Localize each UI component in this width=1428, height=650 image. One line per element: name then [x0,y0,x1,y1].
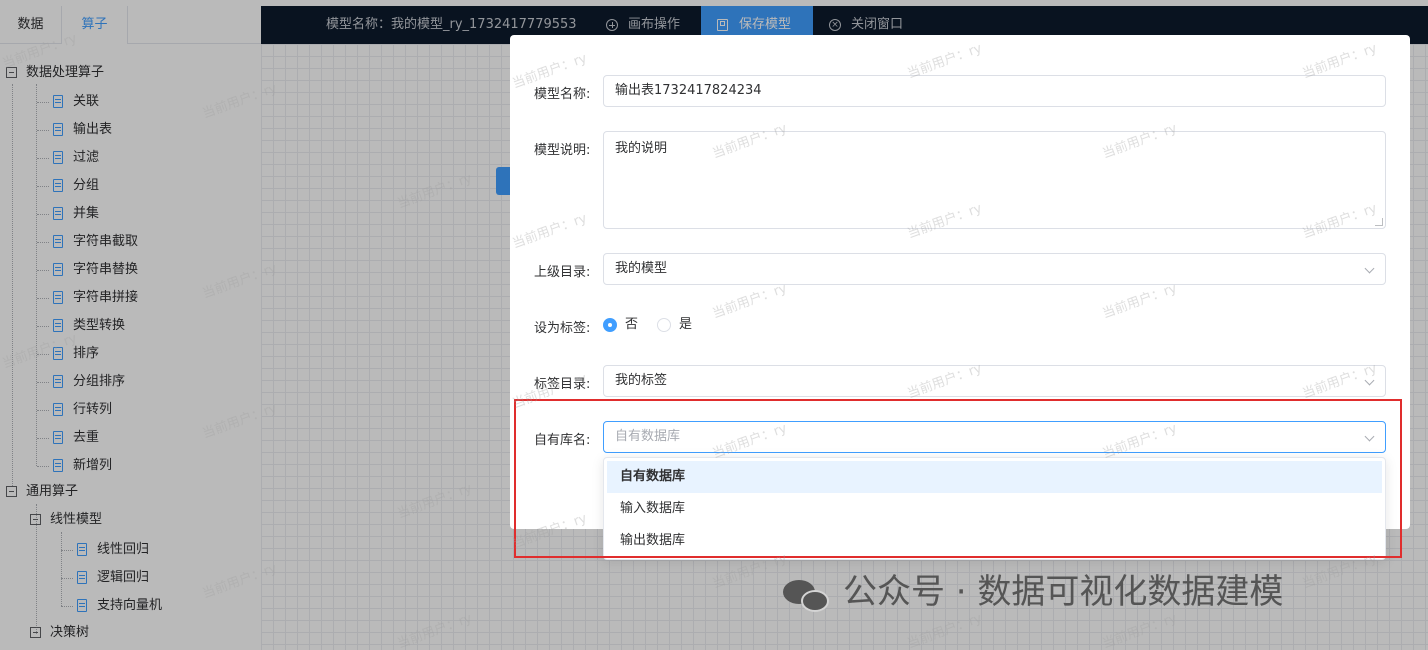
set-tag-radio-group: 否 是 [603,316,803,334]
tag-dir-select[interactable]: 我的标签 [603,365,1386,397]
radio-unchecked-icon [657,317,671,332]
parent-dir-label: 上级目录: [534,265,591,280]
model-name-label: 模型名称: [534,87,591,102]
set-tag-label: 设为标签: [534,321,591,336]
resize-handle-icon[interactable] [1375,218,1383,226]
tag-dir-label: 标签目录: [534,377,591,392]
caption-text: 公众号 · 数据可视化数据建模 [843,572,1284,612]
wechat-caption: 公众号 · 数据可视化数据建模 [783,568,1283,616]
radio-yes-label: 是 [679,317,693,332]
radio-no[interactable]: 否 [603,316,638,334]
radio-no-label: 否 [625,317,639,332]
model-desc-textarea[interactable]: 我的说明 [603,131,1386,229]
parent-dir-select[interactable]: 我的模型 [603,253,1386,285]
chevron-down-icon [1364,263,1375,274]
tag-dir-value: 我的标签 [615,373,668,388]
highlight-annotation-box [514,399,1402,558]
radio-yes[interactable]: 是 [657,316,692,334]
parent-dir-value: 我的模型 [615,261,668,276]
model-desc-text: 我的说明 [615,141,668,156]
model-name-input[interactable]: 输出表1732417824234 [603,75,1386,107]
wechat-icon [783,576,831,612]
radio-checked-icon [603,317,617,332]
chevron-down-icon [1364,375,1375,386]
model-desc-label: 模型说明: [534,143,591,158]
